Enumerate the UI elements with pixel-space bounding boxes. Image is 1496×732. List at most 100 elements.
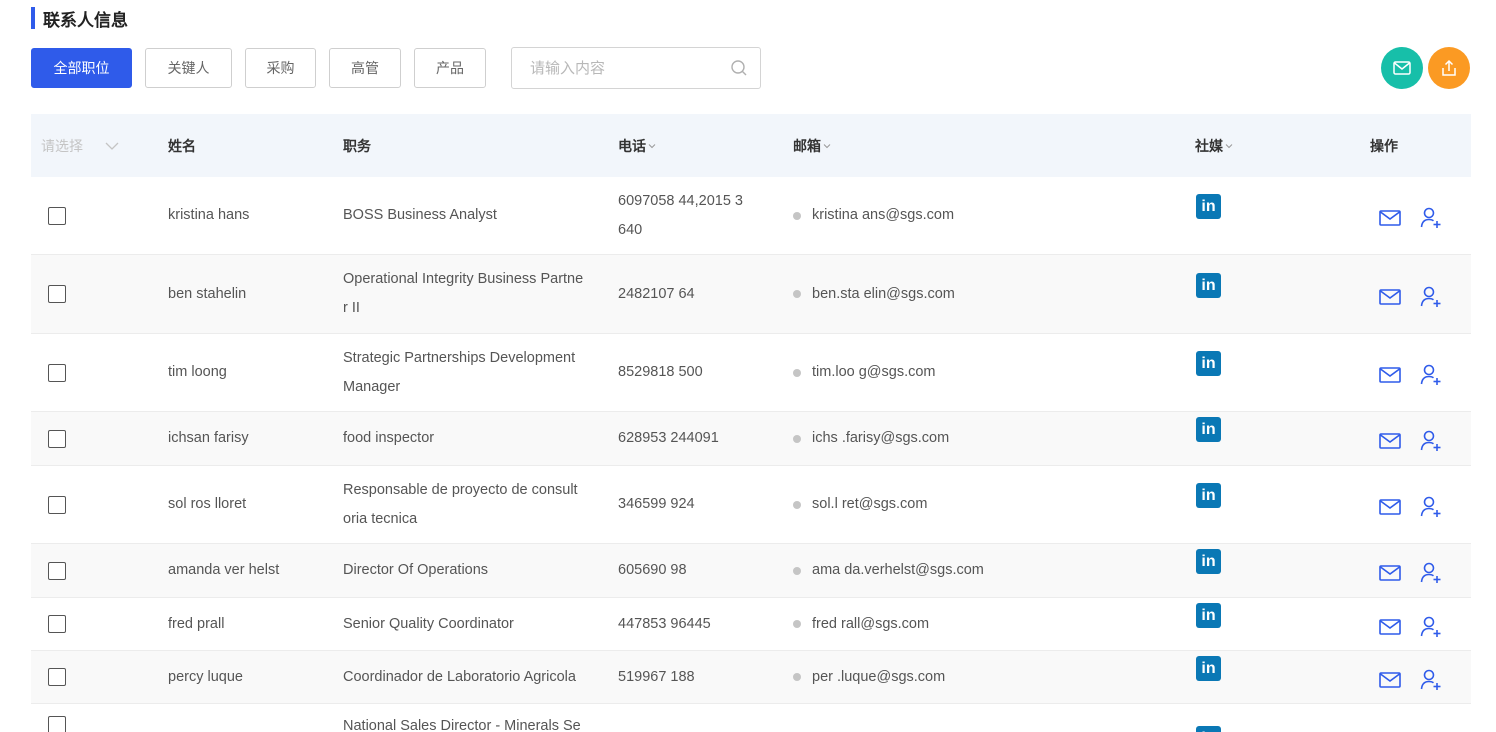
sort-caret-icon xyxy=(648,143,656,148)
email-status-dot xyxy=(793,620,801,628)
send-email-icon[interactable] xyxy=(1378,615,1402,639)
row-select-cell xyxy=(48,412,66,465)
table-row: percy luque Coordinador de Laboratorio A… xyxy=(31,651,1471,704)
add-contact-icon[interactable] xyxy=(1419,429,1443,453)
contact-name: sol ros lloret xyxy=(168,466,246,543)
table-body: kristina hans BOSS Business Analyst 6097… xyxy=(31,177,1471,732)
header-phone-label: 电话 xyxy=(618,138,646,155)
filter-all-positions-button[interactable]: 全部职位 xyxy=(31,48,132,88)
send-email-icon[interactable] xyxy=(1378,206,1402,230)
contact-phone: 447853 96445 xyxy=(618,598,778,650)
contact-email-text[interactable]: sol.l ret@sgs.com xyxy=(812,490,927,519)
add-contact-icon[interactable] xyxy=(1419,363,1443,387)
contact-phone xyxy=(618,704,778,732)
contact-name: amanda ver helst xyxy=(168,544,279,597)
header-social[interactable]: 社媒 xyxy=(1195,114,1233,177)
send-email-icon[interactable] xyxy=(1378,429,1402,453)
row-checkbox[interactable] xyxy=(48,561,66,580)
add-contact-icon[interactable] xyxy=(1419,615,1443,639)
email-status-dot xyxy=(793,290,801,298)
contact-name: kristina hans xyxy=(168,177,249,254)
contact-email: ichs .farisy@sgs.com xyxy=(793,412,1153,465)
contact-title-text: BOSS Business Analyst xyxy=(343,207,497,223)
mail-icon xyxy=(1393,61,1411,75)
email-status-dot xyxy=(793,566,801,575)
table-row: fred prall Senior Quality Coordinator 44… xyxy=(31,598,1471,651)
contacts-table: 请选择 姓名 职务 电话 邮箱 社媒 操作 kristina hans BOSS xyxy=(31,114,1471,732)
search-icon[interactable] xyxy=(730,59,748,77)
contact-name-text: sol ros lloret xyxy=(168,496,247,512)
contact-name: ben stahelin xyxy=(168,255,246,333)
section-title: 联系人信息 xyxy=(43,10,128,31)
contact-title-text: Coordinador de Laboratorio Agricola xyxy=(343,668,576,685)
contact-email-text[interactable]: fred rall@sgs.com xyxy=(812,610,929,639)
row-checkbox[interactable] xyxy=(48,615,66,633)
table-row: tim loong Strategic Partnerships Develop… xyxy=(31,334,1471,412)
email-status-dot xyxy=(793,673,801,681)
linkedin-icon[interactable]: in xyxy=(1196,656,1221,681)
table-header: 请选择 姓名 职务 电话 邮箱 社媒 操作 xyxy=(31,114,1471,177)
contact-phone-text: 447853 96445 xyxy=(618,615,711,632)
row-checkbox[interactable] xyxy=(48,285,66,303)
table-row: sol ros lloret Responsable de proyecto d… xyxy=(31,466,1471,544)
send-email-icon[interactable] xyxy=(1378,668,1402,692)
filter-procurement-button[interactable]: 采购 xyxy=(245,48,316,88)
linkedin-icon[interactable]: in xyxy=(1196,603,1221,628)
linkedin-icon[interactable]: in xyxy=(1196,726,1221,732)
linkedin-icon[interactable]: in xyxy=(1196,483,1221,508)
add-contact-icon[interactable] xyxy=(1419,206,1443,230)
table-row: amanda ver helst Director Of Operations … xyxy=(31,544,1471,598)
filter-key-person-button[interactable]: 关键人 xyxy=(145,48,232,88)
row-select-cell xyxy=(48,704,66,732)
linkedin-icon[interactable]: in xyxy=(1196,273,1221,298)
contact-phone: 2482107 64 xyxy=(618,255,778,333)
sort-caret-icon xyxy=(823,143,831,148)
linkedin-icon[interactable]: in xyxy=(1196,351,1221,376)
bulk-email-button[interactable] xyxy=(1381,47,1423,89)
contact-phone-text: 6097058 44,2015 3 640 xyxy=(618,192,743,238)
row-checkbox[interactable] xyxy=(48,495,66,514)
row-checkbox[interactable] xyxy=(48,363,66,382)
contact-email-text[interactable]: kristina ans@sgs.com xyxy=(812,201,954,230)
export-button[interactable] xyxy=(1428,47,1470,89)
add-contact-icon[interactable] xyxy=(1419,561,1443,585)
filter-toolbar: 全部职位 关键人 采购 高管 产品 xyxy=(31,47,761,89)
add-contact-icon[interactable] xyxy=(1419,285,1443,309)
contact-email-text[interactable]: ama da.verhelst@sgs.com xyxy=(812,556,984,585)
row-select-cell xyxy=(48,466,66,543)
contact-phone-text: 605690 98 xyxy=(618,562,687,578)
filter-executive-button[interactable]: 高管 xyxy=(329,48,401,88)
linkedin-icon[interactable]: in xyxy=(1196,417,1221,442)
contact-email-text[interactable]: ichs .farisy@sgs.com xyxy=(812,424,949,453)
send-email-icon[interactable] xyxy=(1378,363,1402,387)
row-checkbox[interactable] xyxy=(48,206,66,225)
search-input[interactable] xyxy=(530,59,720,77)
add-contact-icon[interactable] xyxy=(1419,495,1443,519)
title-accent-bar xyxy=(31,7,35,29)
header-email[interactable]: 邮箱 xyxy=(793,114,831,177)
row-checkbox[interactable] xyxy=(48,668,66,686)
export-icon xyxy=(1442,59,1456,76)
contact-email-text[interactable]: ben.sta elin@sgs.com xyxy=(812,280,955,309)
row-checkbox[interactable] xyxy=(48,429,66,448)
contact-name-text: amanda ver helst xyxy=(168,562,280,578)
contact-email-text[interactable]: tim.loo g@sgs.com xyxy=(812,358,936,387)
header-title: 职务 xyxy=(343,138,371,155)
add-contact-icon[interactable] xyxy=(1419,668,1443,692)
filter-product-button[interactable]: 产品 xyxy=(414,48,486,88)
contact-title: Responsable de proyecto de consult oria … xyxy=(343,466,605,543)
linkedin-icon[interactable]: in xyxy=(1196,194,1221,219)
row-checkbox[interactable] xyxy=(48,716,66,732)
contact-phone-text: 2482107 64 xyxy=(618,285,695,302)
select-dropdown[interactable]: 请选择 xyxy=(41,114,119,177)
linkedin-icon[interactable]: in xyxy=(1196,549,1221,574)
send-email-icon[interactable] xyxy=(1378,495,1402,519)
contact-email-text[interactable]: per .luque@sgs.com xyxy=(812,663,945,692)
contact-name: ichsan farisy xyxy=(168,412,249,465)
send-email-icon[interactable] xyxy=(1378,285,1402,309)
contact-phone: 346599 924 xyxy=(618,466,778,543)
contact-title: Operational Integrity Business Partne r … xyxy=(343,255,605,333)
header-phone[interactable]: 电话 xyxy=(618,114,656,177)
send-email-icon[interactable] xyxy=(1378,561,1402,585)
row-select-cell xyxy=(48,255,66,333)
